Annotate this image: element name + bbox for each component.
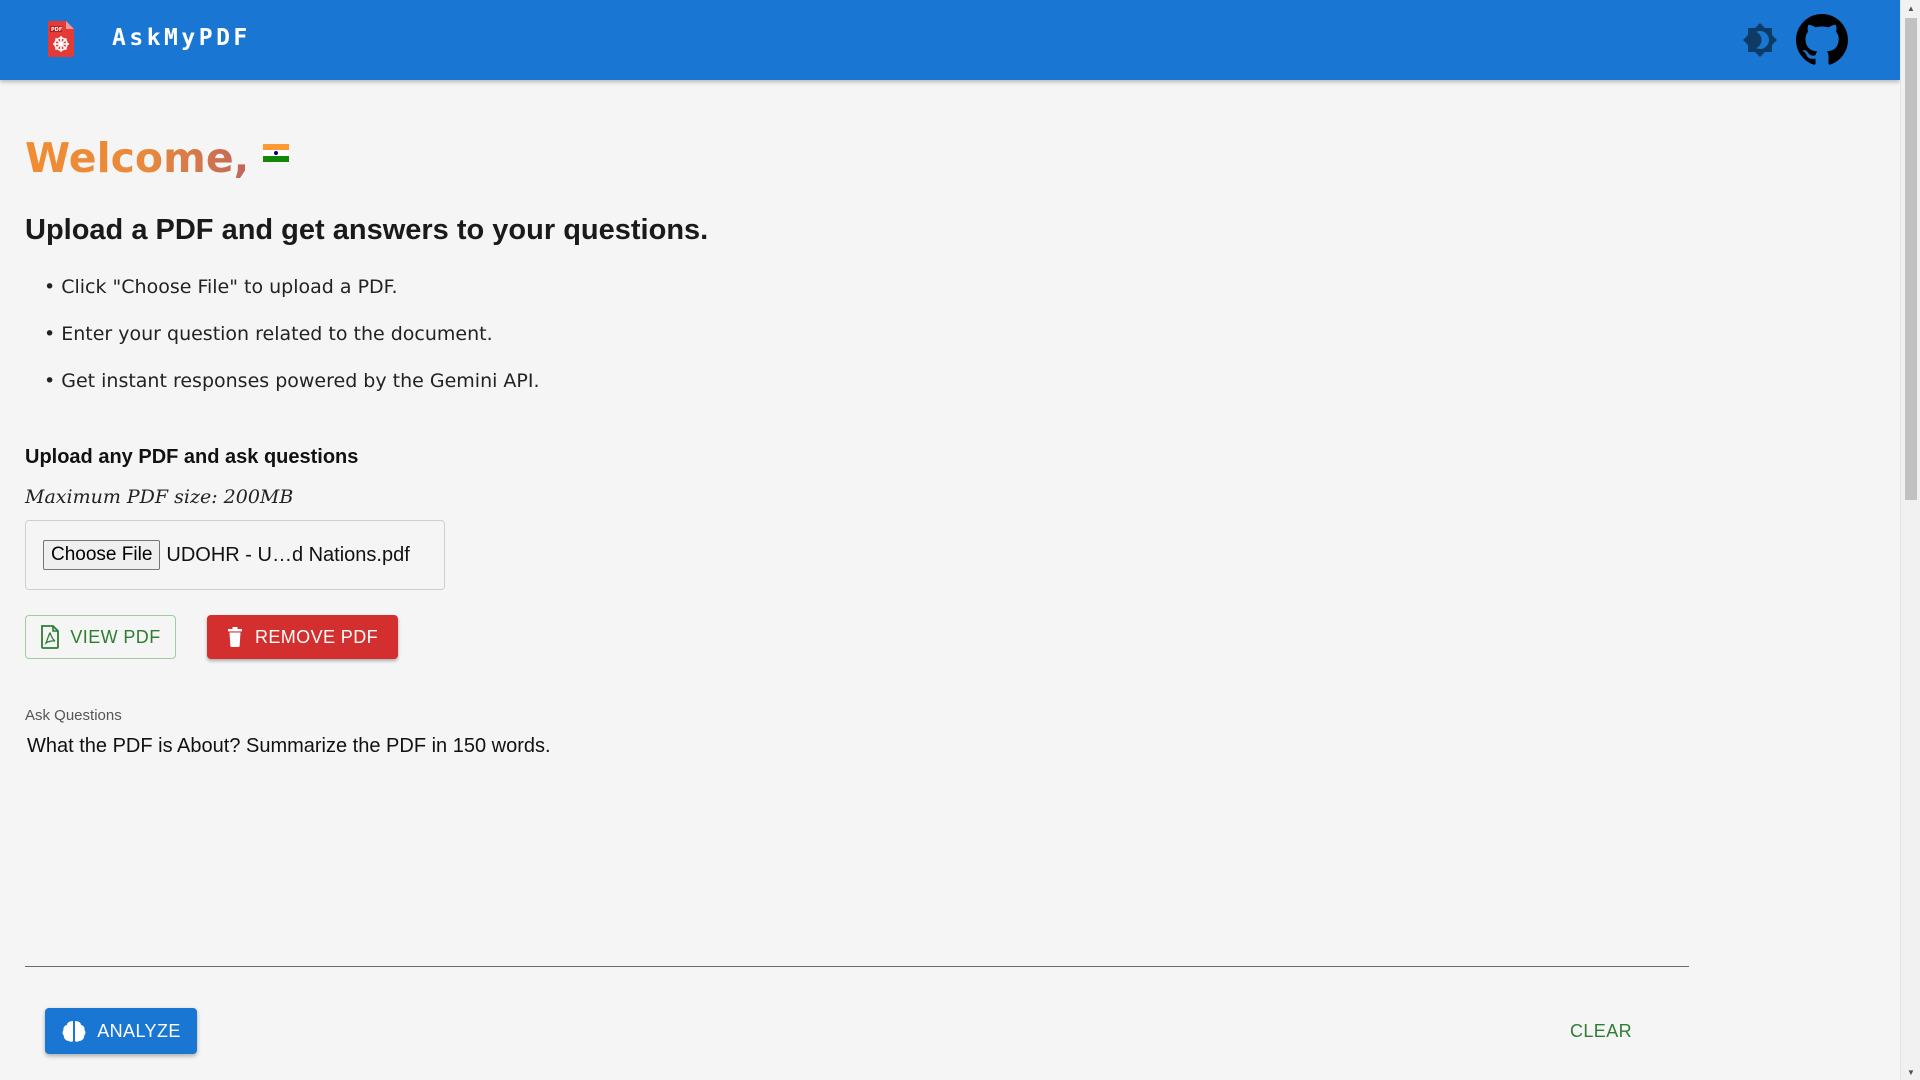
vertical-scrollbar[interactable]: ▲ ▼ [1900, 0, 1920, 1080]
upload-section-title: Upload any PDF and ask questions [25, 446, 359, 468]
instructions-list: Click "Choose File" to upload a PDF. Ent… [44, 272, 540, 413]
brightness-icon [1743, 23, 1777, 57]
page-headline: Upload a PDF and get answers to your que… [25, 214, 709, 246]
remove-pdf-button[interactable]: REMOVE PDF [207, 615, 398, 659]
clear-button[interactable]: CLEAR [1556, 1008, 1646, 1054]
instruction-item: Click "Choose File" to upload a PDF. [44, 272, 540, 319]
view-pdf-button[interactable]: VIEW PDF [25, 615, 176, 659]
pdf-file-icon [41, 625, 60, 649]
pdf-logo-icon: PDF [48, 21, 74, 57]
github-icon[interactable] [1796, 14, 1848, 66]
upload-size-hint: Maximum PDF size: 200MB [25, 486, 294, 508]
scroll-up-arrow-icon[interactable]: ▲ [1901, 0, 1920, 16]
remove-pdf-label: REMOVE PDF [254, 626, 378, 647]
app-bar: PDF AskMyPDF [0, 0, 1900, 80]
trash-icon [227, 627, 242, 647]
instruction-item: Get instant responses powered by the Gem… [44, 366, 539, 413]
theme-toggle-button[interactable] [1740, 20, 1780, 60]
analyze-label: ANALYZE [97, 1020, 181, 1041]
scroll-down-arrow-icon[interactable]: ▼ [1901, 1064, 1920, 1080]
choose-file-button[interactable]: Choose File [43, 540, 161, 570]
analyze-button[interactable]: ANALYZE [45, 1008, 197, 1054]
welcome-text: Welcome, [25, 134, 250, 182]
welcome-heading: Welcome, [25, 134, 290, 182]
file-upload-field[interactable]: Choose File UDOHR - U…d Nations.pdf [25, 520, 445, 590]
selected-file-name: UDOHR - U…d Nations.pdf [166, 543, 410, 566]
instruction-item: Enter your question related to the docum… [44, 319, 540, 366]
question-input-underline [25, 966, 1689, 967]
india-flag-icon [263, 144, 290, 162]
scrollbar-thumb[interactable] [1905, 18, 1917, 500]
view-pdf-label: VIEW PDF [70, 626, 161, 647]
question-field-label: Ask Questions [25, 707, 122, 724]
page: PDF AskMyPDF ▲ ▼ Welcome, Upload a PDF a… [0, 0, 1920, 1080]
question-input[interactable]: What the PDF is About? Summarize the PDF… [25, 733, 1689, 967]
svg-text:PDF: PDF [51, 27, 62, 33]
brain-icon [62, 1021, 86, 1042]
app-title: AskMyPDF [112, 25, 251, 51]
